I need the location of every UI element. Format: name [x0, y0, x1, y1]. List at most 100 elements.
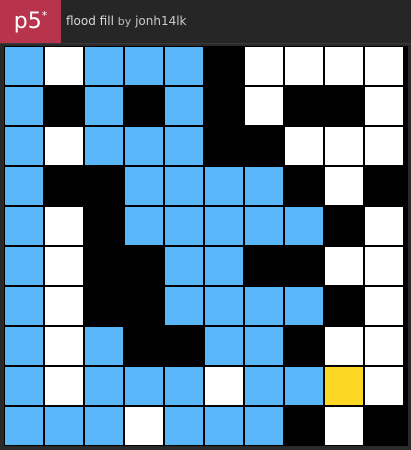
cell-blue[interactable]	[244, 166, 284, 206]
cell-blue[interactable]	[284, 206, 324, 246]
cell-black[interactable]	[84, 206, 124, 246]
cell-white[interactable]	[324, 246, 364, 286]
cell-white[interactable]	[244, 46, 284, 86]
cell-blue[interactable]	[4, 126, 44, 166]
cell-black[interactable]	[84, 166, 124, 206]
cell-blue[interactable]	[244, 326, 284, 366]
cell-blue[interactable]	[124, 46, 164, 86]
cell-black[interactable]	[124, 86, 164, 126]
cell-blue[interactable]	[244, 286, 284, 326]
sketch-name[interactable]: flood fill	[66, 14, 114, 28]
cell-black[interactable]	[284, 406, 324, 446]
cell-black[interactable]	[364, 406, 404, 446]
cell-blue[interactable]	[164, 246, 204, 286]
cell-blue[interactable]	[4, 206, 44, 246]
cell-white[interactable]	[324, 46, 364, 86]
cell-white[interactable]	[44, 326, 84, 366]
cell-blue[interactable]	[244, 366, 284, 406]
cell-blue[interactable]	[164, 126, 204, 166]
cell-white[interactable]	[244, 86, 284, 126]
cell-white[interactable]	[364, 326, 404, 366]
cell-blue[interactable]	[84, 46, 124, 86]
cell-white[interactable]	[44, 46, 84, 86]
cell-blue[interactable]	[84, 406, 124, 446]
cell-blue[interactable]	[204, 286, 244, 326]
cell-black[interactable]	[124, 286, 164, 326]
cell-white[interactable]	[364, 206, 404, 246]
cell-blue[interactable]	[124, 366, 164, 406]
game-board[interactable]	[4, 46, 408, 446]
cell-white[interactable]	[364, 286, 404, 326]
cell-black[interactable]	[164, 326, 204, 366]
cell-blue[interactable]	[284, 286, 324, 326]
author-link[interactable]: jonh14lk	[135, 14, 186, 28]
cell-white[interactable]	[44, 366, 84, 406]
cell-white[interactable]	[364, 246, 404, 286]
cell-blue[interactable]	[164, 46, 204, 86]
cell-black[interactable]	[84, 246, 124, 286]
cell-blue[interactable]	[4, 286, 44, 326]
cell-white[interactable]	[44, 206, 84, 246]
cell-black[interactable]	[244, 246, 284, 286]
cell-blue[interactable]	[4, 406, 44, 446]
cell-white[interactable]	[364, 126, 404, 166]
cell-blue[interactable]	[164, 286, 204, 326]
cell-blue[interactable]	[84, 86, 124, 126]
cell-blue[interactable]	[244, 406, 284, 446]
cell-black[interactable]	[284, 326, 324, 366]
cell-white[interactable]	[364, 86, 404, 126]
cell-white[interactable]	[284, 46, 324, 86]
cell-blue[interactable]	[4, 46, 44, 86]
cell-blue[interactable]	[204, 326, 244, 366]
cell-yellow[interactable]	[324, 366, 364, 406]
cell-black[interactable]	[84, 286, 124, 326]
cell-blue[interactable]	[204, 406, 244, 446]
cell-blue[interactable]	[164, 166, 204, 206]
cell-black[interactable]	[244, 126, 284, 166]
cell-black[interactable]	[284, 246, 324, 286]
cell-blue[interactable]	[204, 206, 244, 246]
cell-white[interactable]	[204, 366, 244, 406]
cell-blue[interactable]	[124, 126, 164, 166]
cell-blue[interactable]	[4, 246, 44, 286]
cell-blue[interactable]	[124, 206, 164, 246]
cell-blue[interactable]	[4, 326, 44, 366]
cell-white[interactable]	[44, 246, 84, 286]
cell-black[interactable]	[204, 86, 244, 126]
cell-white[interactable]	[124, 406, 164, 446]
cell-white[interactable]	[364, 366, 404, 406]
cell-blue[interactable]	[4, 166, 44, 206]
cell-black[interactable]	[324, 86, 364, 126]
cell-white[interactable]	[324, 166, 364, 206]
cell-white[interactable]	[324, 406, 364, 446]
cell-black[interactable]	[44, 166, 84, 206]
cell-blue[interactable]	[204, 246, 244, 286]
cell-black[interactable]	[124, 326, 164, 366]
cell-blue[interactable]	[164, 86, 204, 126]
cell-blue[interactable]	[84, 326, 124, 366]
cell-white[interactable]	[324, 126, 364, 166]
cell-black[interactable]	[284, 86, 324, 126]
p5-logo[interactable]: p5 *	[0, 0, 61, 43]
cell-blue[interactable]	[44, 406, 84, 446]
cell-black[interactable]	[204, 46, 244, 86]
cell-white[interactable]	[44, 286, 84, 326]
cell-blue[interactable]	[124, 166, 164, 206]
cell-black[interactable]	[324, 206, 364, 246]
cell-black[interactable]	[284, 166, 324, 206]
cell-white[interactable]	[284, 126, 324, 166]
cell-black[interactable]	[204, 126, 244, 166]
cell-blue[interactable]	[244, 206, 284, 246]
cell-white[interactable]	[364, 46, 404, 86]
cell-blue[interactable]	[204, 166, 244, 206]
cell-blue[interactable]	[84, 366, 124, 406]
cell-blue[interactable]	[84, 126, 124, 166]
cell-blue[interactable]	[284, 366, 324, 406]
cell-blue[interactable]	[4, 366, 44, 406]
cell-black[interactable]	[44, 86, 84, 126]
cell-white[interactable]	[324, 326, 364, 366]
cell-blue[interactable]	[164, 366, 204, 406]
cell-blue[interactable]	[164, 406, 204, 446]
cell-black[interactable]	[364, 166, 404, 206]
cell-black[interactable]	[124, 246, 164, 286]
